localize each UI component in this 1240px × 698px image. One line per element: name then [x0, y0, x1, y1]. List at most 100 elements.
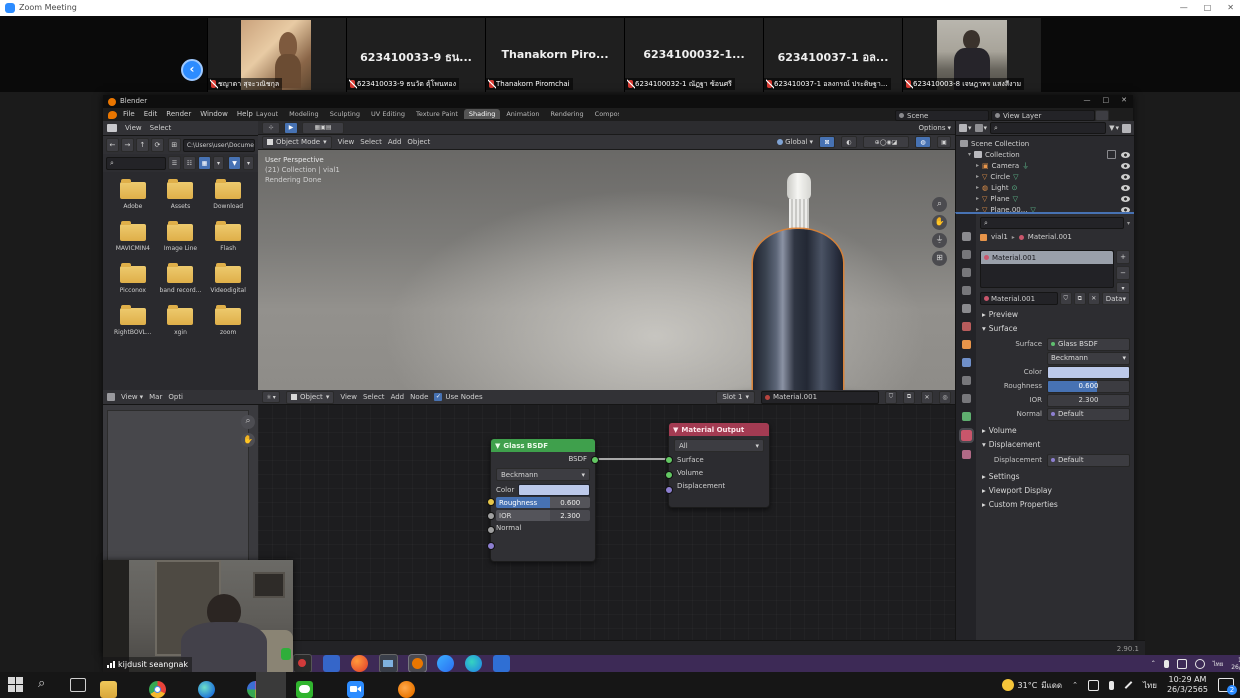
- participant-tile[interactable]: 6234100032-1... 6234100032-1 ณัฏฐา ซ้อนศ…: [624, 18, 763, 92]
- breadcrumb-material[interactable]: Material.001: [1028, 233, 1072, 241]
- file-browser-menu-select[interactable]: Select: [150, 124, 172, 132]
- rendered-shading-icon[interactable]: ◍: [915, 136, 931, 148]
- menu-edit[interactable]: Edit: [144, 110, 158, 118]
- shader-material-field[interactable]: Material.001: [761, 391, 879, 404]
- tab-texture-paint[interactable]: Texture Paint: [411, 109, 463, 119]
- distribution-dropdown[interactable]: Beckmann▾: [1047, 352, 1130, 365]
- tab-output-icon[interactable]: [962, 268, 971, 277]
- expander-icon[interactable]: ▸: [976, 162, 979, 169]
- minimize-button[interactable]: —: [1084, 96, 1091, 104]
- tab-rendering[interactable]: Rendering: [545, 109, 588, 119]
- bsdf-output-socket[interactable]: [591, 456, 599, 464]
- maximize-button[interactable]: □: [1204, 3, 1212, 12]
- folder-item[interactable]: RightBOVL...: [109, 308, 157, 336]
- tab-animation[interactable]: Animation: [501, 109, 544, 119]
- outliner-row-circle[interactable]: ▸ ▽ Circle ▽: [960, 171, 1134, 182]
- slot-selector[interactable]: Slot 1▾: [716, 391, 755, 404]
- preview-section-header[interactable]: ▸Preview: [982, 310, 1018, 319]
- close-button[interactable]: ✕: [1121, 96, 1127, 104]
- color-input-socket[interactable]: [487, 498, 495, 506]
- shader-editor[interactable]: ⚛▾ Object▾ View Select Add Node ✓ Use No…: [258, 390, 955, 640]
- shared-tray-display-icon[interactable]: [1177, 659, 1187, 669]
- surface-section-header[interactable]: ▾Surface: [982, 324, 1017, 333]
- tool-snap-icons[interactable]: ▦▣▤: [302, 122, 344, 134]
- eye-icon[interactable]: [1121, 185, 1130, 191]
- material-output-node[interactable]: ▼ Material Output All▾ Surface Volume Di…: [668, 422, 770, 508]
- viewport-menu-view[interactable]: View: [338, 138, 355, 146]
- participant-tile[interactable]: 623410037-1 อล... 623410037-1 อลงกรณ์ ปร…: [763, 18, 902, 92]
- outliner-display-mode-dropdown[interactable]: ▾: [959, 124, 972, 132]
- shading-mode-icons[interactable]: ⊕◯◉◪: [863, 136, 909, 148]
- folder-item[interactable]: MAVICMIN4: [109, 224, 157, 252]
- new-material-copy-icon[interactable]: ⧉: [1074, 292, 1086, 305]
- material-slot-list[interactable]: Material.001: [980, 250, 1114, 288]
- taskbar-chrome-icon[interactable]: [149, 681, 166, 698]
- exclude-checkbox[interactable]: [1107, 150, 1116, 159]
- pin-icon[interactable]: ◎: [939, 391, 951, 404]
- collapse-triangle-icon[interactable]: ▼: [673, 426, 678, 434]
- taskbar-line-icon[interactable]: [296, 681, 313, 698]
- tray-display-icon[interactable]: [1088, 680, 1099, 691]
- breadcrumb-object[interactable]: vial1: [991, 233, 1008, 241]
- tab-uv-editing[interactable]: UV Editing: [366, 109, 410, 119]
- output-target-dropdown[interactable]: All▾: [674, 439, 764, 452]
- outliner-search-input[interactable]: ⌕: [990, 122, 1106, 134]
- folder-item[interactable]: band record...: [157, 266, 205, 294]
- folder-item[interactable]: Image Line: [157, 224, 205, 252]
- display-thumbnails-icon[interactable]: ▦: [198, 156, 211, 170]
- distribution-dropdown[interactable]: Beckmann▾: [496, 468, 590, 481]
- settings-section-header[interactable]: ▸Settings: [982, 472, 1020, 481]
- displacement-section-header[interactable]: ▾Displacement: [982, 440, 1040, 449]
- fake-user-shield-icon[interactable]: ⛉: [1060, 292, 1072, 305]
- tray-mic-icon[interactable]: [1109, 681, 1114, 690]
- taskbar-edge-icon[interactable]: [198, 681, 215, 698]
- forward-button[interactable]: →: [121, 138, 134, 152]
- tab-world-icon[interactable]: [962, 322, 971, 331]
- participant-tile[interactable]: ชญาดา สุจะวณิชกุล: [207, 18, 346, 92]
- viewport-zoom-icon[interactable]: ⌕: [932, 197, 947, 212]
- tab-physics-icon[interactable]: [962, 394, 971, 403]
- normal-field[interactable]: Default: [1047, 408, 1130, 421]
- shader-menu-view[interactable]: View: [340, 393, 357, 401]
- taskbar-explorer-icon[interactable]: [100, 681, 117, 698]
- maximize-button[interactable]: □: [1103, 96, 1110, 104]
- close-button[interactable]: ✕: [1227, 3, 1234, 12]
- collapse-triangle-icon[interactable]: ▼: [495, 442, 500, 450]
- tab-object-icon[interactable]: [962, 340, 971, 349]
- tab-modifiers-icon[interactable]: [962, 358, 971, 367]
- editor-type-icon[interactable]: [107, 393, 115, 401]
- eye-icon[interactable]: [1121, 152, 1130, 158]
- shared-tray-chevron-icon[interactable]: ⌃: [1151, 660, 1156, 667]
- shared-tray-clock[interactable]: 10:2826/3/2565: [1231, 657, 1240, 671]
- viewport-3d[interactable]: ⊹ ▶ ▦▣▤ Options▾ Object Mode▾ View Selec…: [258, 121, 955, 390]
- notification-center-icon[interactable]: 2: [1218, 678, 1234, 692]
- use-nodes-checkbox[interactable]: ✓ Use Nodes: [434, 393, 482, 401]
- properties-search-input[interactable]: ⌕: [980, 217, 1124, 229]
- material-slot-selected[interactable]: Material.001: [981, 251, 1113, 264]
- mini-mar-button[interactable]: Mar: [149, 393, 162, 401]
- tab-modeling[interactable]: Modeling: [284, 109, 324, 119]
- tab-layout[interactable]: Layout: [251, 109, 283, 119]
- shader-menu-node[interactable]: Node: [410, 393, 428, 401]
- roughness-slider[interactable]: 0.600: [1047, 380, 1130, 393]
- participant-tile[interactable]: 623410033-9 ธน... 623410033-9 ธนวัต ตุ้โ…: [346, 18, 485, 92]
- add-slot-button[interactable]: +: [1116, 250, 1130, 264]
- eye-icon[interactable]: [1121, 196, 1130, 202]
- surface-input-socket[interactable]: [665, 456, 673, 464]
- surface-shader-button[interactable]: Glass BSDF: [1047, 338, 1130, 351]
- gallery-collapse-button[interactable]: ‹: [181, 59, 203, 81]
- tray-clock[interactable]: 10:29 AM26/3/2565: [1167, 675, 1208, 695]
- unlink-material-icon[interactable]: ✕: [1088, 292, 1100, 305]
- outliner-row-camera[interactable]: ▸ ▣ Camera ⏚: [960, 160, 1134, 171]
- shared-tray-language[interactable]: ไทย: [1213, 659, 1224, 669]
- file-search-input[interactable]: ⌕: [106, 157, 166, 170]
- expander-icon[interactable]: ▸: [976, 184, 979, 191]
- file-browser-menu-view[interactable]: View: [125, 124, 142, 132]
- roughness-input-socket[interactable]: [487, 512, 495, 520]
- webcam-view[interactable]: kijdusit seangnak: [103, 560, 293, 672]
- viewport-pan-icon[interactable]: ✋: [932, 215, 947, 230]
- remove-slot-button[interactable]: −: [1116, 266, 1130, 280]
- path-field[interactable]: C:\Users\user\Documents\: [183, 139, 255, 152]
- folder-item[interactable]: zoom: [204, 308, 252, 336]
- start-button[interactable]: [8, 677, 23, 692]
